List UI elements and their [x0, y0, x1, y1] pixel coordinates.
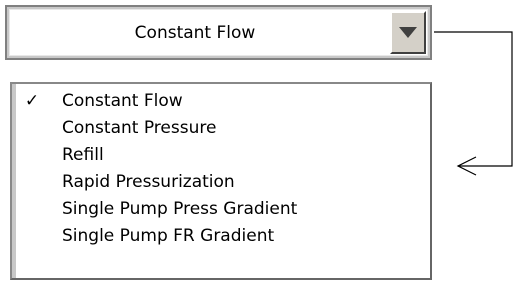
- list-item-constant-pressure[interactable]: Constant Pressure: [18, 115, 428, 142]
- list-item-label: Single Pump Press Gradient: [62, 199, 298, 219]
- list-item-label: Single Pump FR Gradient: [62, 226, 275, 246]
- mode-dropdown-list[interactable]: ✓ Constant Flow Constant Pressure Refill…: [10, 82, 432, 280]
- mode-combo-box[interactable]: Constant Flow: [5, 5, 432, 60]
- list-item-single-pump-fr-gradient[interactable]: Single Pump FR Gradient: [18, 223, 428, 250]
- list-item-label: Constant Flow: [62, 91, 183, 111]
- arrow-left-icon: [456, 156, 477, 176]
- dropdown-button[interactable]: [390, 11, 426, 54]
- checkmark-icon: ✓: [24, 91, 40, 111]
- list-item-single-pump-press-gradient[interactable]: Single Pump Press Gradient: [18, 196, 428, 223]
- list-item-label: Constant Pressure: [62, 118, 217, 138]
- list-edge: [12, 84, 16, 278]
- screenshot-stage: Constant Flow ✓ Constant Flow Constant P…: [0, 0, 515, 284]
- list-item-label: Rapid Pressurization: [62, 172, 235, 192]
- list-item-refill[interactable]: Refill: [18, 142, 428, 169]
- chevron-down-icon: [399, 27, 417, 38]
- combo-selected-value: Constant Flow: [134, 23, 256, 43]
- list-items: ✓ Constant Flow Constant Pressure Refill…: [18, 88, 428, 250]
- list-item-constant-flow[interactable]: ✓ Constant Flow: [18, 88, 428, 115]
- list-item-rapid-pressurization[interactable]: Rapid Pressurization: [18, 169, 428, 196]
- combo-field[interactable]: Constant Flow: [9, 9, 428, 56]
- list-item-label: Refill: [62, 145, 104, 165]
